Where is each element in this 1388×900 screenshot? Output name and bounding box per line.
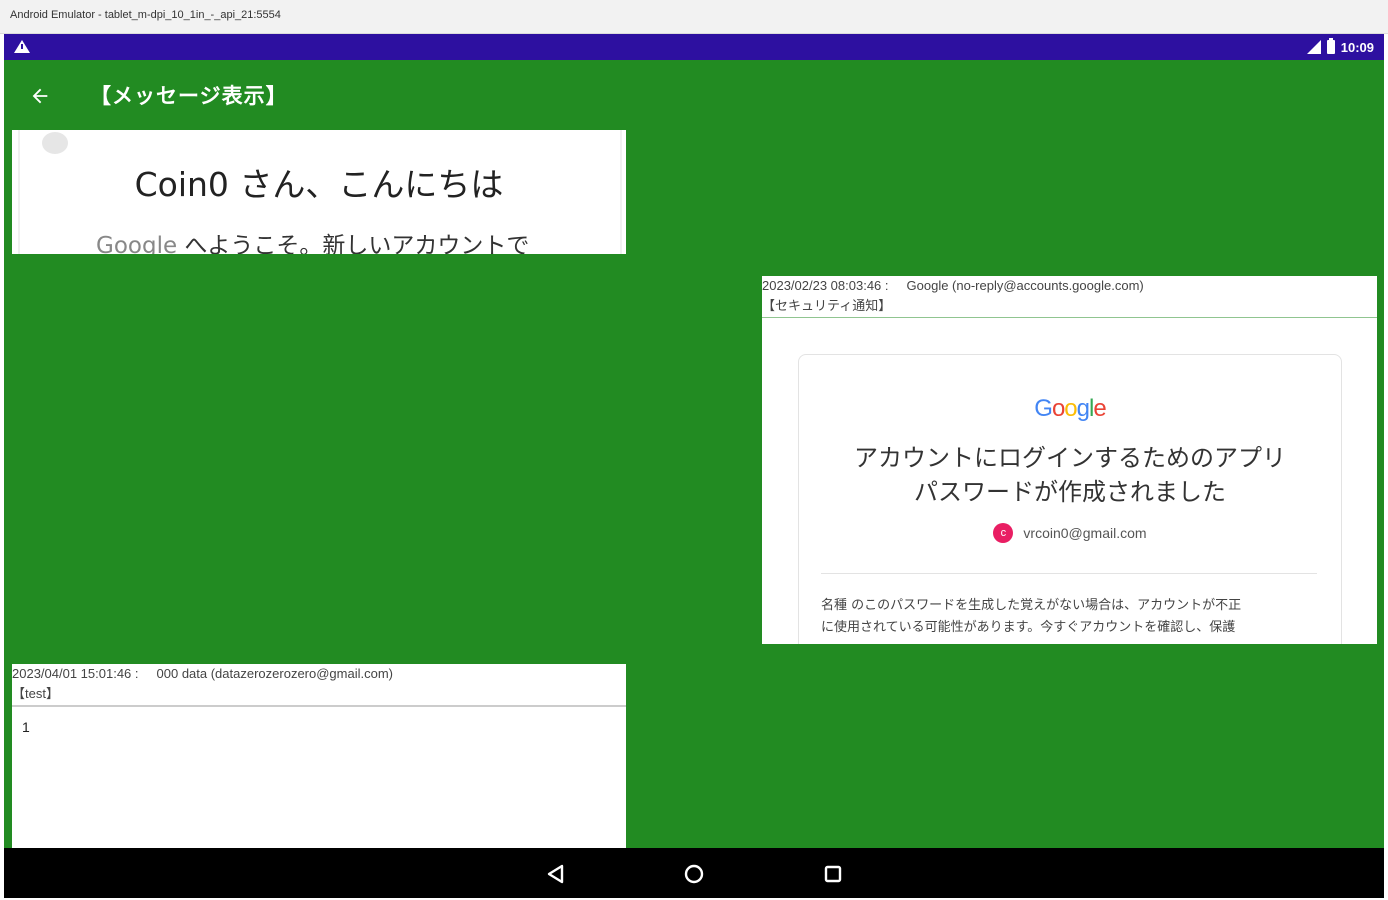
warning-icon [14,40,30,53]
security-title-line2: パスワードが作成されました [914,478,1226,506]
message-body: 1 [22,719,30,735]
nav-recent-icon [824,865,842,883]
window-titlebar: Android Emulator - tablet_m-dpi_10_1in_-… [0,0,1388,34]
message-header: 2023/02/23 08:03:46 : Google (no-reply@ac… [762,276,1377,318]
message-date: 2023/04/01 15:01:46 : [12,666,139,681]
security-title: アカウントにログインするためのアプリ パスワードが作成されました [799,441,1341,509]
status-time: 10:09 [1340,39,1374,55]
security-body: 名種 のこのパスワードを生成した覚えがない場合は、アカウントが不正 に使用されて… [821,595,1321,639]
nav-back-button[interactable] [542,860,570,888]
google-logo: Google [1034,395,1106,422]
message-meta: 2023/04/01 15:01:46 : 000 data (datazeroz… [12,664,626,681]
message-header: 2023/04/01 15:01:46 : 000 data (datazeroz… [12,664,626,707]
security-title-line1: アカウントにログインするためのアプリ [854,444,1286,472]
message-card-welcome[interactable]: Coin0 さん、こんにちは Google へようこそ。新しいアカウントで [12,130,626,254]
status-bar: 10:09 [4,34,1384,60]
message-sender: 000 data (datazerozerozero@gmail.com) [156,666,393,681]
nav-home-icon [684,864,704,884]
message-card-security[interactable]: 2023/02/23 08:03:46 : Google (no-reply@ac… [762,276,1377,644]
divider [12,705,626,707]
navigation-bar [4,848,1384,898]
message-subject: 【test】 [12,686,59,701]
window-title: Android Emulator - tablet_m-dpi_10_1in_-… [10,9,281,21]
nav-home-button[interactable] [680,860,708,888]
back-button[interactable] [22,78,58,114]
nav-recent-button[interactable] [819,860,847,888]
message-date: 2023/02/23 08:03:46 : [762,278,889,293]
status-indicators: 10:09 [1305,38,1374,56]
nav-back-icon [547,864,564,884]
security-body-line1: 名種 のこのパスワードを生成した覚えがない場合は、アカウントが不正 [821,598,1242,613]
security-body-line2: に使用されている可能性があります。今すぐアカウントを確認し、保護 [821,620,1236,635]
email-content-box: Google アカウントにログインするためのアプリ パスワードが作成されました … [798,354,1342,644]
message-subject: 【セキュリティ通知】 [762,298,892,313]
device-screen: 10:09 【メッセージ表示】 Coin0 さん、こんにちは Google へよ… [4,34,1384,898]
arrow-back-icon [32,88,48,104]
account-row: c vrcoin0@gmail.com [799,523,1341,543]
welcome-subtext: Google へようこそ。新しいアカウントで [96,226,529,254]
page-title: 【メッセージ表示】 [90,84,288,108]
google-word: Google [96,233,178,254]
message-sender: Google (no-reply@accounts.google.com) [906,278,1144,293]
message-meta: 2023/02/23 08:03:46 : Google (no-reply@ac… [762,276,1377,293]
welcome-subtext-rest: へようこそ。新しいアカウントで [177,233,530,254]
app-bar: 【メッセージ表示】 [4,60,1384,130]
battery-icon [1326,38,1335,54]
message-card-test[interactable]: 2023/04/01 15:01:46 : 000 data (datazeroz… [12,664,626,848]
welcome-heading: Coin0 さん、こんにちは [134,165,504,204]
account-email[interactable]: vrcoin0@gmail.com [1023,525,1146,541]
divider [821,573,1317,574]
divider [762,317,1377,318]
signal-icon [1305,40,1321,54]
avatar [42,132,68,154]
account-avatar: c [993,523,1014,543]
